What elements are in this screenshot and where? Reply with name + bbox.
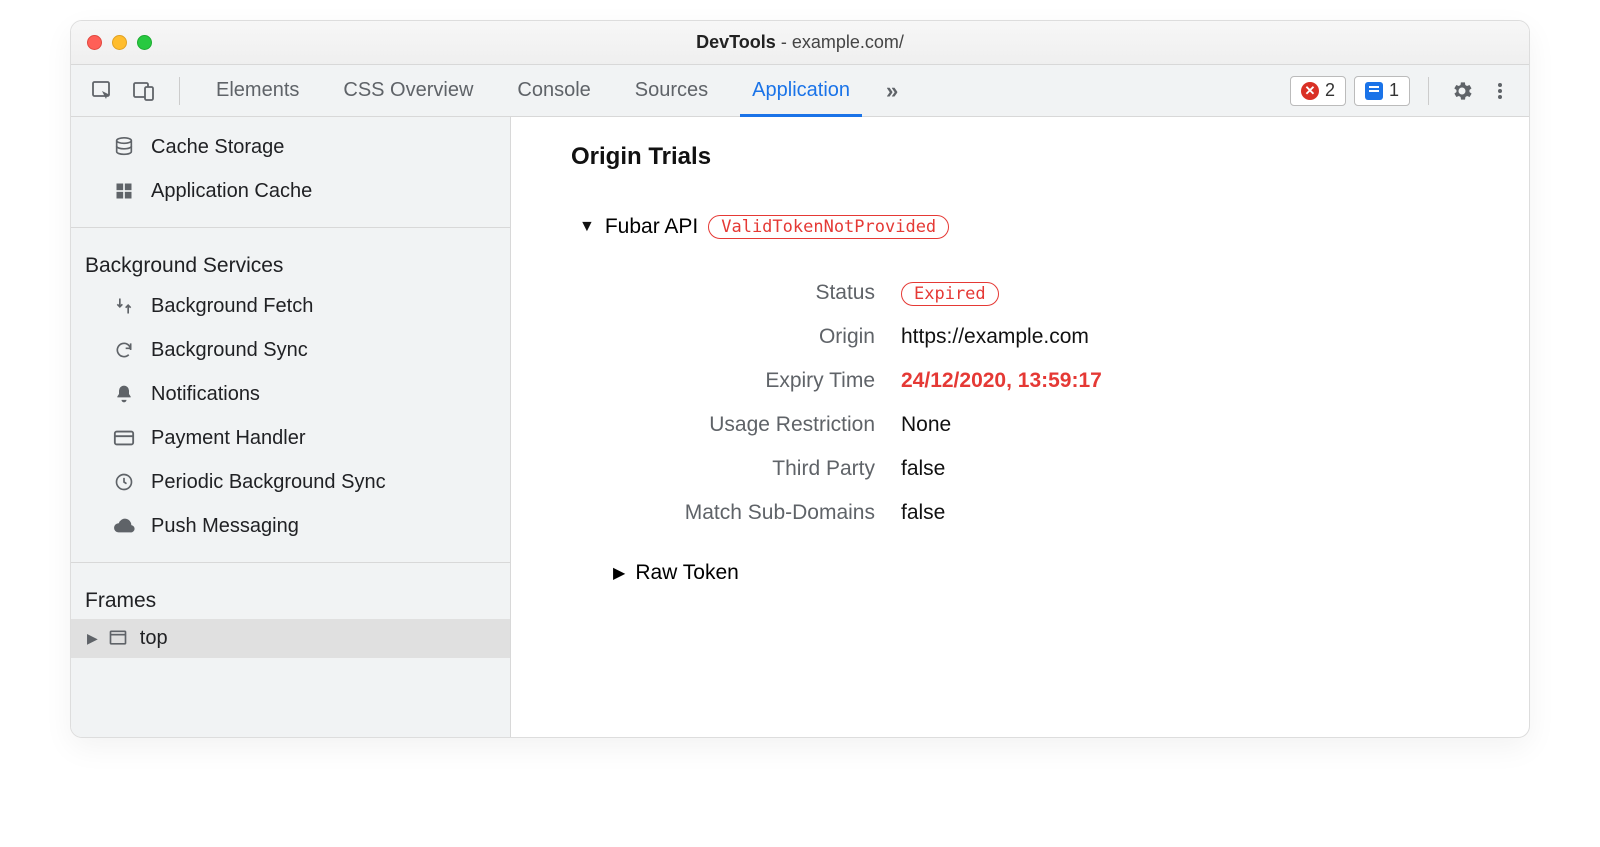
frame-icon <box>108 628 130 650</box>
more-tabs-button[interactable]: » <box>872 65 912 116</box>
kv-row-origin: Origin https://example.com <box>605 315 1469 359</box>
kv-key: Status <box>605 281 875 305</box>
tab-elements[interactable]: Elements <box>194 65 321 116</box>
window-title-app: DevTools <box>696 32 776 52</box>
status-badge: ValidTokenNotProvided <box>708 215 949 239</box>
kv-value: false <box>901 501 945 525</box>
panel-tabs: Elements CSS Overview Console Sources Ap… <box>194 65 912 116</box>
gear-icon <box>1450 79 1474 103</box>
kv-key: Expiry Time <box>605 369 875 393</box>
sidebar-divider <box>71 562 510 563</box>
expand-triangle-icon: ▶ <box>87 630 98 647</box>
kv-row-expiry: Expiry Time 24/12/2020, 13:59:17 <box>605 359 1469 403</box>
titlebar: DevTools - example.com/ <box>71 21 1529 65</box>
sidebar-item-label: Background Sync <box>151 334 308 366</box>
sidebar-item-cache-storage[interactable]: Cache Storage <box>71 125 510 169</box>
toggle-device-toolbar-icon[interactable] <box>127 74 161 108</box>
origin-trial-name: Fubar API <box>605 215 698 239</box>
tabstrip-left-tools <box>79 74 190 108</box>
separator <box>1428 77 1429 105</box>
kv-row-usage-restriction: Usage Restriction None <box>605 403 1469 447</box>
sidebar-item-payment-handler[interactable]: Payment Handler <box>71 416 510 460</box>
credit-card-icon <box>111 425 137 451</box>
clock-icon <box>111 469 137 495</box>
issue-count: 1 <box>1389 80 1399 101</box>
inspect-element-icon[interactable] <box>85 74 119 108</box>
panel-body: Cache Storage Application Cache Backgrou… <box>71 117 1529 737</box>
status-badge: Expired <box>901 282 999 306</box>
kv-value: 24/12/2020, 13:59:17 <box>901 369 1102 393</box>
sidebar-cache-section: Cache Storage Application Cache <box>71 117 510 221</box>
separator <box>179 77 180 105</box>
more-options-button[interactable] <box>1485 76 1515 106</box>
grid-icon <box>111 178 137 204</box>
tab-console[interactable]: Console <box>495 65 612 116</box>
sidebar-item-label: Cache Storage <box>151 131 284 163</box>
sidebar-background-section: Background Services Background Fetch Bac… <box>71 234 510 556</box>
kv-key: Origin <box>605 325 875 349</box>
kv-key: Match Sub-Domains <box>605 501 875 525</box>
tabstrip-right-tools: ✕ 2 1 <box>1290 76 1521 106</box>
kv-row-match-subdomains: Match Sub-Domains false <box>605 491 1469 535</box>
expand-triangle-icon: ▶ <box>613 563 625 583</box>
collapse-triangle-icon: ▼ <box>579 218 595 236</box>
error-count: 2 <box>1325 80 1335 101</box>
raw-token-row[interactable]: ▶ Raw Token <box>613 561 1469 585</box>
sidebar-item-label: Push Messaging <box>151 510 299 542</box>
database-icon <box>111 134 137 160</box>
sidebar-item-label: Notifications <box>151 378 260 410</box>
sidebar-item-label: top <box>140 627 168 650</box>
origin-trial-row[interactable]: ▼ Fubar API ValidTokenNotProvided <box>579 215 1469 239</box>
sidebar-item-notifications[interactable]: Notifications <box>71 372 510 416</box>
kv-key: Usage Restriction <box>605 413 875 437</box>
kv-row-third-party: Third Party false <box>605 447 1469 491</box>
sidebar-heading-background-services: Background Services <box>71 242 510 284</box>
tab-application[interactable]: Application <box>730 65 872 116</box>
kv-value: None <box>901 413 951 437</box>
bell-icon <box>111 381 137 407</box>
fetch-icon <box>111 293 137 319</box>
errors-indicator[interactable]: ✕ 2 <box>1290 76 1346 106</box>
cloud-icon <box>111 513 137 539</box>
kv-row-status: Status Expired <box>605 271 1469 315</box>
sidebar-frames-section: Frames <box>71 569 510 619</box>
kv-value: false <box>901 457 945 481</box>
kv-key: Third Party <box>605 457 875 481</box>
tab-css-overview[interactable]: CSS Overview <box>321 65 495 116</box>
tabstrip: Elements CSS Overview Console Sources Ap… <box>71 65 1529 117</box>
issues-indicator[interactable]: 1 <box>1354 76 1410 106</box>
sync-icon <box>111 337 137 363</box>
sidebar-item-periodic-background-sync[interactable]: Periodic Background Sync <box>71 460 510 504</box>
sidebar-item-label: Application Cache <box>151 175 312 207</box>
sidebar-heading-frames: Frames <box>71 577 510 619</box>
main-content: Origin Trials ▼ Fubar API ValidTokenNotP… <box>511 117 1529 737</box>
kv-value: https://example.com <box>901 325 1089 349</box>
sidebar-item-background-sync[interactable]: Background Sync <box>71 328 510 372</box>
sidebar-item-background-fetch[interactable]: Background Fetch <box>71 284 510 328</box>
kv-value: Expired <box>901 281 999 305</box>
raw-token-label: Raw Token <box>635 561 739 585</box>
sidebar-divider <box>71 227 510 228</box>
tab-sources[interactable]: Sources <box>613 65 730 116</box>
sidebar-item-label: Background Fetch <box>151 290 313 322</box>
sidebar-item-label: Payment Handler <box>151 422 306 454</box>
issue-icon <box>1365 82 1383 100</box>
window-title: DevTools - example.com/ <box>71 32 1529 53</box>
sidebar-item-push-messaging[interactable]: Push Messaging <box>71 504 510 548</box>
chevrons-right-icon: » <box>886 78 898 104</box>
kebab-icon <box>1490 81 1510 101</box>
error-icon: ✕ <box>1301 82 1319 100</box>
page-title: Origin Trials <box>571 143 1469 171</box>
window-title-url: example.com/ <box>792 32 904 52</box>
application-sidebar: Cache Storage Application Cache Backgrou… <box>71 117 511 737</box>
sidebar-item-frame-top[interactable]: ▶ top <box>71 619 510 658</box>
settings-button[interactable] <box>1447 76 1477 106</box>
sidebar-item-label: Periodic Background Sync <box>151 466 386 498</box>
sidebar-item-application-cache[interactable]: Application Cache <box>71 169 510 213</box>
origin-trial-details: Status Expired Origin https://example.co… <box>605 271 1469 535</box>
devtools-window: DevTools - example.com/ Elements <box>70 20 1530 738</box>
